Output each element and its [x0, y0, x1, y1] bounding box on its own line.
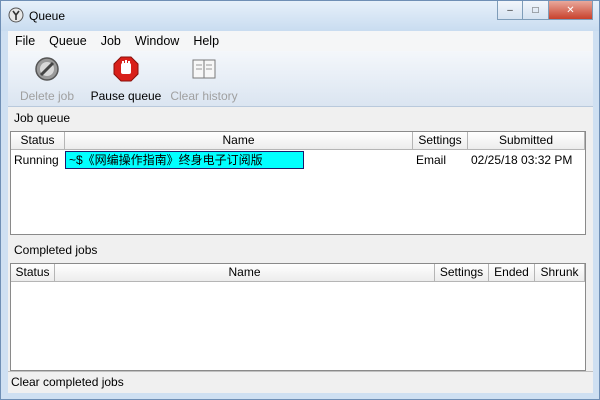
clear-history-icon	[192, 59, 216, 79]
column-header-submitted[interactable]: Submitted	[468, 132, 585, 150]
delete-job-button[interactable]: Delete job	[16, 55, 78, 103]
pause-queue-label: Pause queue	[90, 89, 162, 103]
column-header-settings[interactable]: Settings	[413, 132, 468, 150]
column-header-name[interactable]: Name	[65, 132, 413, 150]
completed-jobs-table: Status Name Settings Ended Shrunk	[10, 263, 586, 371]
column-header-shrunk[interactable]: Shrunk	[535, 264, 585, 282]
column-header-status[interactable]: Status	[11, 132, 65, 150]
window-title: Queue	[29, 9, 66, 23]
pause-queue-button[interactable]: Pause queue	[88, 55, 164, 103]
job-settings-cell: Email	[416, 153, 447, 167]
menu-window[interactable]: Window	[128, 34, 186, 48]
app-icon	[8, 7, 24, 23]
queue-window: Queue – □ ✕ File Queue Job Window Help D…	[0, 0, 600, 400]
delete-job-icon	[35, 57, 59, 81]
window-controls: – □ ✕	[497, 1, 593, 21]
pause-queue-icon	[113, 56, 139, 82]
maximize-icon: □	[532, 4, 539, 16]
job-status-cell: Running	[14, 153, 59, 167]
job-queue-title: Job queue	[14, 111, 71, 125]
job-submitted-cell: 02/25/18 03:32 PM	[471, 153, 573, 167]
close-button[interactable]: ✕	[549, 1, 593, 20]
minimize-button[interactable]: –	[497, 1, 523, 20]
delete-job-label: Delete job	[19, 89, 75, 103]
menu-queue[interactable]: Queue	[42, 34, 94, 48]
menu-bar: File Queue Job Window Help	[8, 31, 593, 51]
title-bar[interactable]: Queue – □ ✕	[1, 1, 599, 31]
clear-history-button[interactable]: Clear history	[168, 55, 240, 103]
completed-jobs-title: Completed jobs	[14, 243, 98, 257]
maximize-button[interactable]: □	[523, 1, 549, 20]
clear-history-label: Clear history	[170, 89, 238, 103]
column-header-ended[interactable]: Ended	[489, 264, 535, 282]
status-text: Clear completed jobs	[11, 375, 124, 389]
toolbar: Delete job Pause queue Clear history	[8, 51, 593, 107]
status-bar: Clear completed jobs	[8, 371, 593, 393]
job-name-cell[interactable]: ~$《网编操作指南》终身电子订阅版	[65, 151, 304, 169]
column-header-settings[interactable]: Settings	[435, 264, 489, 282]
menu-file[interactable]: File	[8, 34, 42, 48]
menu-help[interactable]: Help	[186, 34, 226, 48]
minimize-icon: –	[507, 4, 513, 16]
column-header-status[interactable]: Status	[11, 264, 55, 282]
content-area: Job queue Status Name Settings Submitted…	[8, 107, 593, 393]
column-header-name[interactable]: Name	[55, 264, 435, 282]
menu-job[interactable]: Job	[94, 34, 128, 48]
job-queue-table: Status Name Settings Submitted Running ~…	[10, 131, 586, 235]
close-icon: ✕	[566, 4, 575, 16]
